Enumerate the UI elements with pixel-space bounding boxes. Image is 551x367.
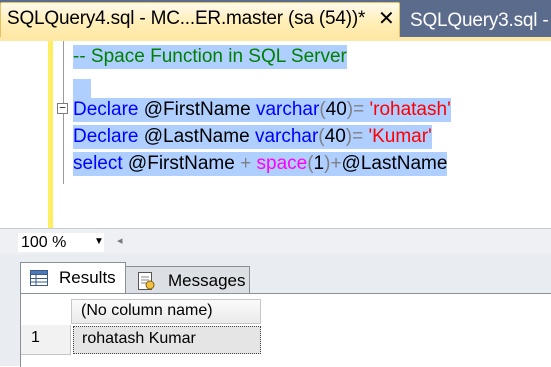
operator: + (330, 153, 342, 174)
zoom-dropdown[interactable]: 100 % ▼ (18, 233, 104, 252)
string-literal: 'Kumar' (368, 126, 432, 147)
comment-text: -- Space Function in SQL Server (73, 46, 347, 67)
length: 40 (325, 99, 347, 120)
operator: = (352, 126, 364, 147)
variable: @FirstName (143, 99, 251, 120)
change-tracking-bar (48, 41, 53, 228)
code-line-declare-firstname: Declare @FirstName varchar(40)= 'rohatas… (73, 98, 451, 122)
code-line-declare-lastname: Declare @LastName varchar(40)= 'Kumar' (73, 125, 432, 149)
tab-messages-label: Messages (168, 271, 246, 290)
variable: @FirstName (127, 153, 235, 174)
document-tab-strip: SQLQuery4.sql - MC...ER.master (sa (54))… (0, 0, 551, 37)
operator: = (353, 99, 365, 120)
editor-status-bar: 100 % ▼ ◂ (0, 228, 551, 255)
dropdown-arrow-icon[interactable]: ▼ (94, 236, 104, 247)
tab-results[interactable]: Results (20, 262, 126, 293)
code-line-select: select @FirstName + space(1)+@LastName (73, 152, 448, 176)
selected-blank-line (73, 79, 91, 99)
messages-icon (138, 272, 155, 290)
variable: @LastName (341, 153, 448, 174)
operator: + (240, 153, 252, 174)
results-grid-icon (30, 270, 48, 286)
tab-sqlquery3[interactable]: SQLQuery3.sql - (402, 4, 551, 37)
string-literal: 'rohatash' (369, 99, 451, 120)
column-header-label: (No column name) (81, 302, 213, 319)
keyword: Declare (73, 126, 139, 147)
argument: 1 (313, 153, 325, 174)
variable: @LastName (143, 126, 250, 147)
query-editor[interactable]: − -- Space Function in SQL Server Declar… (0, 41, 551, 228)
grid-cell[interactable]: rohatash Kumar (73, 326, 261, 354)
tab-results-label: Results (59, 268, 116, 287)
collapse-icon[interactable]: − (57, 102, 68, 114)
results-panel: Results Messages (No column name) 1 roha… (0, 254, 551, 367)
length: 40 (324, 126, 346, 147)
zoom-value: 100 % (21, 234, 67, 251)
tab-title: SQLQuery3.sql - (410, 10, 549, 31)
column-header[interactable]: (No column name) (71, 299, 261, 324)
function-name: space (256, 153, 308, 174)
tab-title: SQLQuery4.sql - MC...ER.master (sa (54))… (7, 8, 366, 29)
type: varchar (255, 99, 320, 120)
code-line-comment: -- Space Function in SQL Server (73, 45, 347, 69)
scroll-left-icon[interactable]: ◂ (117, 234, 123, 247)
keyword: select (73, 153, 123, 174)
grid-cell-value: rohatash Kumar (82, 330, 196, 347)
tab-messages[interactable]: Messages (126, 266, 250, 293)
type: varchar (254, 126, 319, 147)
keyword: Declare (73, 99, 139, 120)
results-grid: (No column name) 1 rohatash Kumar (20, 293, 551, 367)
row-number[interactable]: 1 (21, 325, 71, 355)
tab-sqlquery4[interactable]: SQLQuery4.sql - MC...ER.master (sa (54))… (0, 2, 400, 37)
row-number-label: 1 (31, 329, 40, 346)
close-icon[interactable]: ✕ (378, 8, 395, 30)
